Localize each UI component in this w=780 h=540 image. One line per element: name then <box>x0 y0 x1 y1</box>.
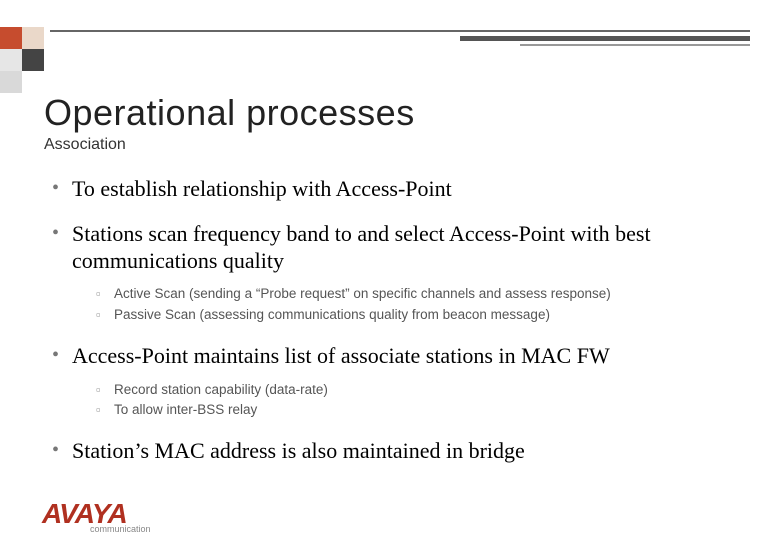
sub-bullet-item: Passive Scan (assessing communications q… <box>96 305 744 325</box>
bullet-item: Station’s MAC address is also maintained… <box>52 438 744 465</box>
slide-title: Operational processes <box>44 92 744 134</box>
bullet-item: Stations scan frequency band to and sele… <box>52 221 744 325</box>
sub-bullet-item: To allow inter-BSS relay <box>96 400 744 420</box>
header-decoration <box>0 0 780 60</box>
logo-tagline: communication <box>90 524 151 534</box>
decor-square <box>0 49 22 71</box>
decor-line <box>50 30 750 32</box>
bullet-item: To establish relationship with Access-Po… <box>52 176 744 203</box>
decor-square <box>22 49 44 71</box>
sub-bullet-item: Active Scan (sending a “Probe request” o… <box>96 284 744 304</box>
decor-square <box>0 71 22 93</box>
sub-bullet-item: Record station capability (data-rate) <box>96 380 744 400</box>
bullet-text: Stations scan frequency band to and sele… <box>72 221 651 273</box>
slide-subtitle: Association <box>44 136 744 154</box>
decor-square <box>22 27 44 49</box>
bullet-list: To establish relationship with Access-Po… <box>44 176 744 465</box>
slide-content: Operational processes Association To est… <box>44 92 744 483</box>
bullet-text: To establish relationship with Access-Po… <box>72 176 452 201</box>
decor-line <box>520 44 750 46</box>
bullet-item: Access-Point maintains list of associate… <box>52 343 744 420</box>
sub-bullet-list: Record station capability (data-rate) To… <box>72 380 744 421</box>
decor-line <box>460 36 750 41</box>
bullet-text: Access-Point maintains list of associate… <box>72 343 610 368</box>
logo-wordmark: AVAYA <box>42 501 127 526</box>
brand-logo: AVAYA communication <box>42 501 151 534</box>
sub-bullet-list: Active Scan (sending a “Probe request” o… <box>72 284 744 325</box>
decor-square <box>0 27 22 49</box>
bullet-text: Station’s MAC address is also maintained… <box>72 438 525 463</box>
